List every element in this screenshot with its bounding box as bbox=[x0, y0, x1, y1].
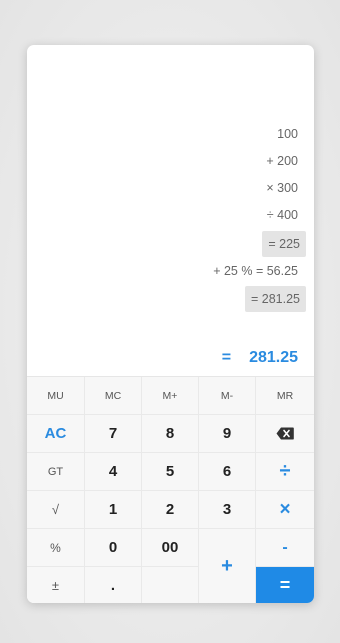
result-display: = 281.25 bbox=[27, 345, 298, 371]
double-zero-button[interactable]: 00 bbox=[142, 529, 199, 567]
all-clear-button[interactable]: AC bbox=[27, 415, 85, 453]
backspace-button[interactable] bbox=[256, 415, 314, 453]
m-plus-button[interactable]: M+ bbox=[142, 377, 199, 415]
digit-6-button[interactable]: 6 bbox=[199, 453, 256, 491]
equals-button[interactable]: = bbox=[256, 567, 314, 603]
m-minus-button[interactable]: M- bbox=[199, 377, 256, 415]
percent-button[interactable]: % bbox=[27, 529, 85, 567]
result-equals-sign: = bbox=[221, 349, 232, 366]
digit-1-button[interactable]: 1 bbox=[85, 491, 142, 529]
digit-2-button[interactable]: 2 bbox=[142, 491, 199, 529]
square-root-button[interactable]: √ bbox=[27, 491, 85, 529]
result-value: 281.25 bbox=[249, 349, 298, 366]
tape-total[interactable]: = 281.25 bbox=[244, 286, 306, 312]
digit-9-button[interactable]: 9 bbox=[199, 415, 256, 453]
digit-5-button[interactable]: 5 bbox=[142, 453, 199, 491]
digit-8-button[interactable]: 8 bbox=[142, 415, 199, 453]
digit-3-button[interactable]: 3 bbox=[199, 491, 256, 529]
mc-button[interactable]: MC bbox=[85, 377, 142, 415]
plus-minus-button[interactable]: ± bbox=[27, 567, 85, 603]
background: 100 + 200 × 300 ÷ 400 = 225 + 25 % = 56.… bbox=[0, 0, 340, 643]
grand-total-button[interactable]: GT bbox=[27, 453, 85, 491]
digit-0-button[interactable]: 0 bbox=[85, 529, 142, 567]
empty-key bbox=[142, 567, 199, 603]
mr-button[interactable]: MR bbox=[256, 377, 314, 415]
calculator-window: 100 + 200 × 300 ÷ 400 = 225 + 25 % = 56.… bbox=[27, 45, 314, 603]
digit-4-button[interactable]: 4 bbox=[85, 453, 142, 491]
backspace-icon bbox=[276, 427, 294, 440]
mu-button[interactable]: MU bbox=[27, 377, 85, 415]
divide-button[interactable]: ÷ bbox=[256, 453, 314, 491]
tape-subtotal[interactable]: = 225 bbox=[262, 231, 306, 257]
decimal-point-button[interactable]: . bbox=[85, 567, 142, 603]
minus-button[interactable]: - bbox=[256, 529, 314, 567]
plus-button[interactable]: + bbox=[199, 529, 256, 603]
tape-line: + 25 % = 56.25 bbox=[213, 264, 298, 278]
tape-line: ÷ 400 bbox=[266, 208, 298, 222]
multiply-button[interactable]: × bbox=[256, 491, 314, 529]
tape-line: × 300 bbox=[266, 181, 298, 195]
digit-7-button[interactable]: 7 bbox=[85, 415, 142, 453]
keypad: MU MC M+ M- MR AC 7 8 9 GT 4 5 6 ÷ √ 1 2… bbox=[27, 376, 314, 603]
tape-line: + 200 bbox=[266, 154, 298, 168]
tape-line: 100 bbox=[277, 127, 298, 141]
history-tape: 100 + 200 × 300 ÷ 400 = 225 + 25 % = 56.… bbox=[27, 45, 314, 375]
